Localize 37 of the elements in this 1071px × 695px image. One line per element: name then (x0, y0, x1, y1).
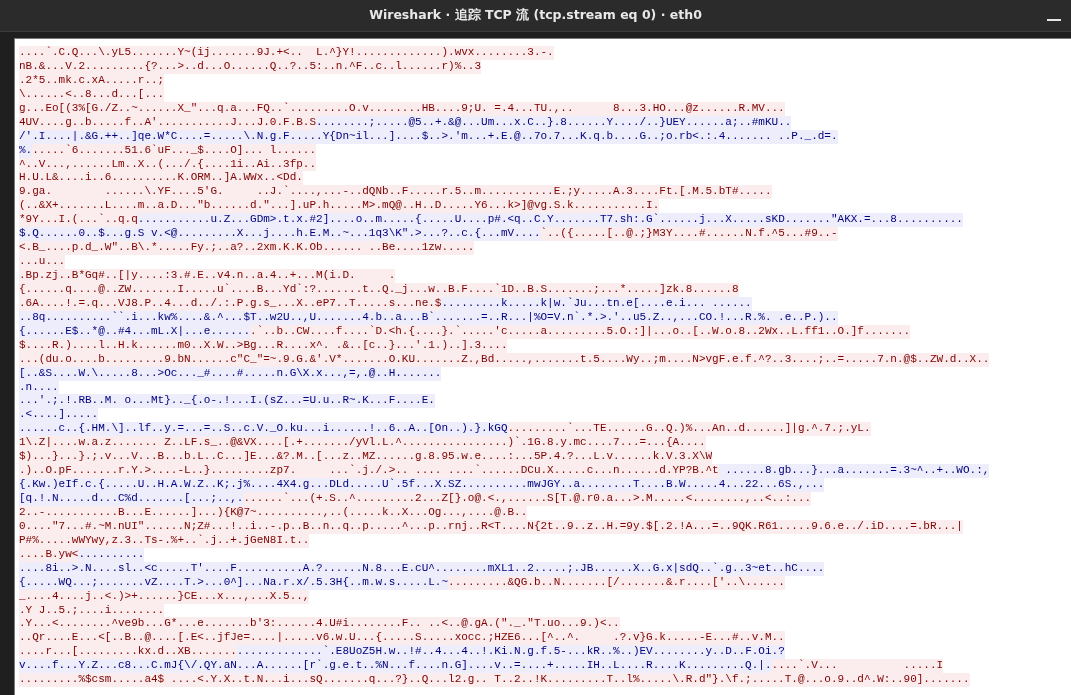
client-data-text: .........`...TE......G..Q.)%...An..d......]|g.^.7.;.yL. (507, 422, 871, 437)
client-data-text: ....`.V... .....I (771, 659, 944, 674)
server-data-text: [q.!.N.....d...C%d.......[...;..,. (19, 492, 244, 506)
server-data-text: $.Q......0..$...g.S v.<@.........X...j....h.E.M..~...1q3\K".>...?..c.{...mV.... (19, 227, 541, 242)
server-data-text: ...'.;.!.RB..M. o...Mt}.._{.o-.!...I.(sZ...=U.u..R~.K...F....E. (19, 394, 435, 409)
client-data-text: `..({.....[..@.;}M3Y....#......N.f.^5...#9..- (540, 227, 838, 242)
client-data-text: ......`...(+.S..^.........2...Z[}.o@.<.,......S[T.@.r0.a...>.M.....<........,..<..:... (243, 492, 812, 506)
server-data-text: ......8.gb...}...a.......=.3~^..+..WO.:, (718, 464, 990, 479)
client-data-text: ...u... (19, 255, 66, 269)
minimize-icon[interactable] (1047, 18, 1061, 22)
client-data-text: ....r...[.........kx.d..XB....... (19, 645, 237, 660)
client-data-text: ..Qr....E...<[..B..@....[.E<..jfJe=....|.....v6.w.U...{.....S.....xocc.;HZE6...[^..^. .?.v}G.k.....-E...#..v.M.. (19, 631, 785, 646)
client-data-text: .)..O.pF.......r.Y.>....-L..}.........zp7. ...`.j./.>.. .... ....`......DCu.X.....c...n......d.YP?B.^t (19, 464, 719, 479)
server-data-text: v....f...Y.Z...c8...C.mJ{\/.QY.aN...A......[r`.g.e.t..%N...f....n.G]....v..=....+.....IH..L....R....K.........Q.|. (19, 659, 772, 674)
client-data-text: <.B_....p.d_.W"..B\.*.....Fy.;..a?..2xm.K.K.Ob...... ..Be....1zw..... (19, 241, 475, 256)
client-data-text: 1\.Z|....w.a.z....... Z..LF.s_..@&VX....[.+......./yVl.L.^................)`.1G.8.y.mc....7...=...{A.... (19, 436, 706, 451)
stream-text-area[interactable] (14, 38, 1071, 695)
server-data-text: ......c..{.HM.\]..lf..y.=...=..S..c.V._O.ku...i......!..6..A..[On..).}.kGQ (19, 422, 508, 437)
client-data-text: ...(du.o....b.........9.bN......c"C_"=~.9.G.&'.V*.......O.KU.......Z.,Bd.....,.......t.5....Wy..;m....N>vgF.e.f.^?..3....;..=.....7.n.@$..ZW.d..X.. (19, 352, 990, 367)
client-data-text: .Bp.zj..B*Gq#..[|y....:3.#.E..v4.n..a.4..+...M(i.D. . (19, 269, 396, 283)
client-data-text: 0...."7...#.~M.nUI"......N;Z#...!..i..-.p..B..n..q..p.....^...p..rnj..R<T....N{2t..9..z..H.=9y.$[.2.!A...=..9QK.R61.....9.6.e../.iD....=.bR...| (19, 519, 963, 534)
server-data-text: .............`.E8UoZ5H.w..!#..4...4..!.Ki.N.g.f.5-...kR..%..)EV........y..D..F.Oi.? (236, 645, 785, 660)
client-data-text: .........%$csm.....a4$ ....<.Y.X..t.N...i...sQ.......q...?}..Q...l2.g.. T..2..!K.........T..l%.....\.R.d"}.\f.;.....T.@...o.9..d^.W:..90]....... (19, 673, 970, 688)
server-data-text: ...........u.Z...GDm>.t.x.#2]....o..m.....{.....U....p#.<q..C.Y.......T7.sh:.G`......j...X.....sKD......."AKX.=...8.......... (137, 213, 963, 228)
window-title: Wireshark · 追踪 TCP 流 (tcp.stream eq 0) · eth0 (369, 7, 702, 24)
client-data-text: ....`.C.Q...\.yL5.......Y~(ij.......9J.+<.. L.^}Y!.............).wvx........3.-. (19, 46, 554, 60)
client-data-text: (..&X+.......L....m..a.D..."b......d."...].uP.h.....M>.mQ@..H..D.....Y6...k>]@vg.S.k...........I. (19, 199, 660, 214)
client-data-text: *9Y...I.(...`..q.q (19, 213, 138, 228)
server-data-text: ....8i..>.N....sl..<c.....T'....F..........A.?......N.8...E.cU^........mXL1..2.....;.JB......X..G.x|sdQ..`.g..3~et..hC.... (19, 561, 825, 576)
server-data-text: {.Kw.)eIf.c.{.....U..H.A.W.Z..K;.j%....4X4.g...DLd.....U`.5f...X.SZ..........mwJGY..a........T....B.W.....4...22...6S.,... (19, 478, 825, 492)
server-data-text: .<....]..... (19, 408, 99, 423)
client-data-text: g...Eo[(3%[G./Z..~......X_"...q.a...FQ..`.........O.v........HB....9;U. =.4...TU.,.. 8...3.HO...@z......R.MV... (19, 101, 785, 116)
client-data-text: $)...}...}.;.v...V...B...b.L..C...]E...&?.M..[...z..MZ......g.8.95.w.e....:...5P.4.?...L.v......k.V.3.X\W (19, 450, 713, 465)
client-data-text: {......q....@..ZW.......I.....u`....B...Yd`:?.......t..Q._j...w..B.F....`1D..B.S.......;...*.....]zk.8......8 (19, 282, 739, 297)
client-data-text: H.U.L&....i..6..........K.ORM..]A.WWx..<Dd. (19, 171, 303, 186)
client-data-text: .Y...<........^ve9b...G*...e.......b'3:......4.U#i........F.. ..<..@.gA.("._."T.uo...9.)<.. (19, 617, 620, 632)
client-data-text: 9.ga. ......\.YF....5'G. ..J.`....,...-..dQNb..F.....r.5..m...........E.;y.....A.3....Ft.[.M.5.bT#..... (19, 185, 772, 200)
